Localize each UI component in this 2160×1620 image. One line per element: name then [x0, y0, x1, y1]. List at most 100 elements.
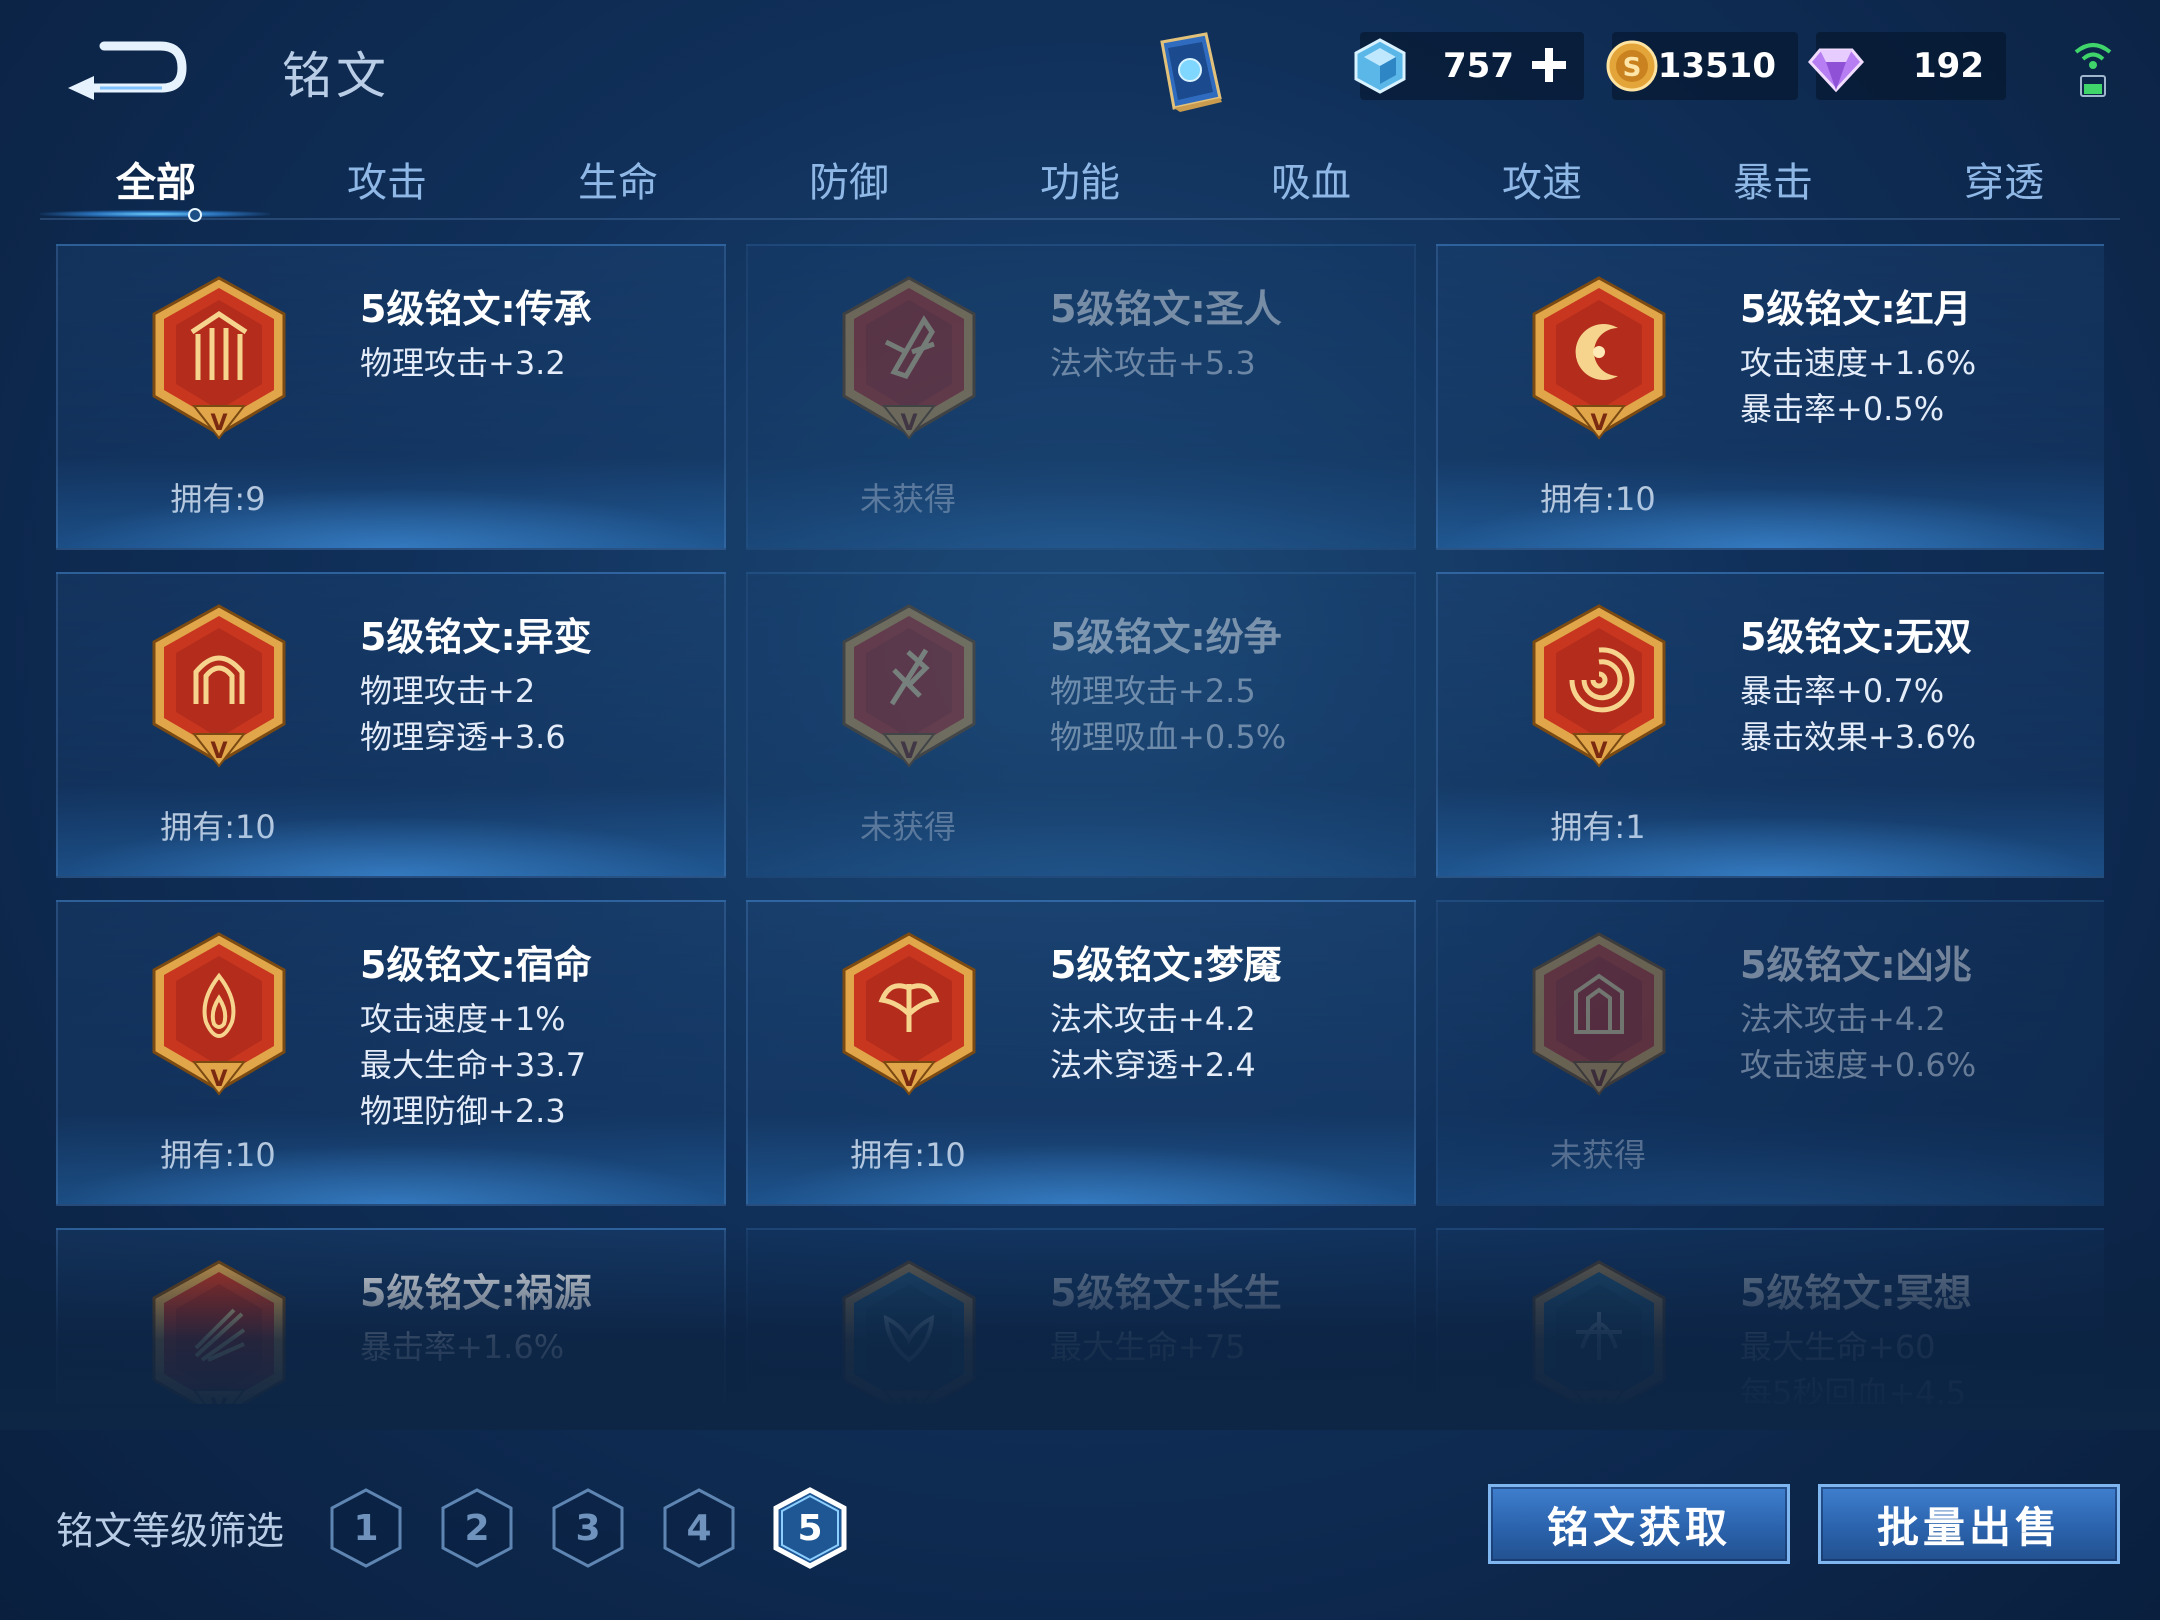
crystal-count: 757: [1443, 46, 1514, 86]
inscription-attribute: 最大生命+60: [1740, 1328, 1936, 1366]
level-filter-2-button[interactable]: 2: [439, 1486, 515, 1570]
svg-text:V: V: [1590, 411, 1607, 436]
inscription-attribute: 物理穿透+3.6: [360, 718, 566, 756]
inscription-attribute: 暴击率+0.5%: [1740, 390, 1945, 428]
inscription-name: 5级铭文:圣人: [1050, 287, 1282, 331]
inscription-card[interactable]: V 5级铭文:无双 暴击率+0.7% 暴击效果+3.6% 拥有:1: [1436, 572, 2104, 878]
inscription-attribute: 每5秒回血+4.5: [1740, 1374, 1967, 1404]
owned-count: 拥有:9: [170, 480, 266, 518]
inscription-name: 5级铭文:纷争: [1050, 615, 1282, 659]
inscription-book-icon[interactable]: [1150, 28, 1230, 113]
svg-text:V: V: [900, 411, 917, 436]
gold-currency: S 13510: [1606, 32, 1798, 100]
inscription-name: 5级铭文:祸源: [360, 1271, 592, 1315]
inscription-grid: V 5级铭文:传承 物理攻击+3.2 拥有:9 V 5级铭文:圣人 法术攻击+5.3 未获得 V…: [56, 244, 2104, 1404]
level-filter-label: 5: [797, 1508, 822, 1549]
inscription-card[interactable]: V 5级铭文:宿命 攻击速度+1% 最大生命+33.7 物理防御+2.3 拥有:10: [56, 900, 726, 1206]
spiral-emblem-icon: V: [1532, 604, 1666, 768]
acquire-inscription-button[interactable]: 铭文获取: [1488, 1484, 1790, 1564]
tab-attack[interactable]: 攻击: [312, 150, 462, 208]
svg-text:V: V: [1590, 1067, 1607, 1092]
tab-defense[interactable]: 防御: [774, 150, 924, 208]
inscription-attribute: 法术攻击+5.3: [1050, 344, 1256, 382]
tab-attack-speed[interactable]: 攻速: [1467, 150, 1617, 208]
tab-critical[interactable]: 暴击: [1698, 150, 1848, 208]
lotus-emblem-icon: V: [1532, 1260, 1666, 1404]
inscription-attribute: 物理吸血+0.5%: [1050, 718, 1287, 756]
level-filter-5-button[interactable]: 5: [772, 1486, 848, 1570]
inscription-attribute: 物理攻击+2.5: [1050, 672, 1256, 710]
inscription-card[interactable]: V 5级铭文:红月 攻击速度+1.6% 暴击率+0.5% 拥有:10: [1436, 244, 2104, 550]
svg-text:V: V: [1590, 1395, 1607, 1404]
inscription-card[interactable]: V 5级铭文:纷争 物理攻击+2.5 物理吸血+0.5% 未获得: [746, 572, 1416, 878]
category-tabs: 全部 攻击 生命 防御 功能 吸血 攻速 暴击 穿透: [40, 140, 2120, 222]
page-title: 铭文: [282, 47, 390, 105]
inscription-attribute: 攻击速度+0.6%: [1740, 1046, 1977, 1084]
crystal-icon: [1354, 38, 1406, 94]
inscription-name: 5级铭文:长生: [1050, 1271, 1282, 1315]
tab-all[interactable]: 全部: [81, 150, 231, 208]
svg-text:S: S: [1623, 53, 1642, 83]
not-acquired-label: 未获得: [859, 480, 956, 518]
inscription-name: 5级铭文:红月: [1740, 287, 1972, 331]
blade-emblem-icon: V: [842, 604, 976, 768]
diamond-currency: 192: [1808, 32, 2006, 100]
inscription-name: 5级铭文:异变: [360, 615, 592, 659]
level-filter-3-button[interactable]: 3: [550, 1486, 626, 1570]
level-filter-4-button[interactable]: 4: [661, 1486, 737, 1570]
inscription-attribute: 暴击率+1.6%: [360, 1328, 565, 1366]
svg-text:V: V: [900, 1395, 917, 1404]
gate-emblem-icon: V: [152, 604, 286, 768]
inscription-attribute: 最大生命+33.7: [360, 1046, 587, 1084]
inscription-card[interactable]: V 5级铭文:梦魇 法术攻击+4.2 法术穿透+2.4 拥有:10: [746, 900, 1416, 1206]
acquire-button-label: 铭文获取: [1546, 1502, 1731, 1552]
tab-utility[interactable]: 功能: [1005, 150, 1155, 208]
active-tab-indicator: [188, 208, 202, 222]
inscription-name: 5级铭文:梦魇: [1050, 943, 1282, 987]
back-arrow-icon[interactable]: [60, 30, 190, 100]
omen-emblem-icon: V: [1532, 932, 1666, 1096]
batch-sell-button[interactable]: 批量出售: [1818, 1484, 2120, 1564]
inscription-attribute: 暴击效果+3.6%: [1740, 718, 1977, 756]
sell-button-label: 批量出售: [1876, 1502, 2061, 1552]
svg-text:V: V: [210, 1395, 227, 1404]
tab-health[interactable]: 生命: [543, 150, 693, 208]
inscription-attribute: 攻击速度+1.6%: [1740, 344, 1977, 382]
flame-emblem-icon: V: [152, 932, 286, 1096]
inscription-name: 5级铭文:无双: [1740, 615, 1972, 659]
owned-count: 拥有:1: [1550, 808, 1646, 846]
inscription-attribute: 法术穿透+2.4: [1050, 1046, 1256, 1084]
level-filter-label: 铭文等级筛选: [56, 1509, 285, 1553]
diamond-icon: [1808, 48, 1864, 93]
inscription-card[interactable]: V 5级铭文:凶兆 法术攻击+4.2 攻击速度+0.6% 未获得: [1436, 900, 2104, 1206]
gold-count: 13510: [1657, 46, 1776, 86]
active-tab-underline: [40, 210, 270, 218]
inscription-card[interactable]: V 5级铭文:长生最大生命+75: [746, 1228, 1416, 1404]
tab-lifesteal[interactable]: 吸血: [1236, 150, 1386, 208]
wifi-battery-icon: [2074, 43, 2112, 97]
leaf-emblem-icon: V: [842, 1260, 976, 1404]
inscription-name: 5级铭文:冥想: [1740, 1271, 1972, 1315]
tab-penetration[interactable]: 穿透: [1929, 150, 2079, 208]
inscription-card[interactable]: V 5级铭文:圣人法术攻击+5.3 未获得: [746, 244, 1416, 550]
inscription-card[interactable]: V 5级铭文:异变物理攻击+2 物理穿透+3.6 拥有:10: [56, 572, 726, 878]
wing-emblem-icon: V: [842, 932, 976, 1096]
plus-icon[interactable]: [1528, 44, 1570, 86]
inscription-card[interactable]: V 5级铭文:冥想最大生命+60 每5秒回血+4.5: [1436, 1228, 2104, 1404]
svg-text:V: V: [210, 1067, 227, 1092]
inscription-attribute: 物理防御+2.3: [360, 1092, 566, 1130]
crystal-emblem-icon: V: [842, 276, 976, 440]
top-bar: 铭文 757 S 13510 192: [0, 0, 2160, 140]
fan-emblem-icon: V: [152, 1260, 286, 1404]
svg-text:V: V: [210, 411, 227, 436]
moon-emblem-icon: V: [1532, 276, 1666, 440]
level-filter-1-button[interactable]: 1: [328, 1486, 404, 1570]
inscription-card[interactable]: V 5级铭文:祸源暴击率+1.6%: [56, 1228, 726, 1404]
owned-count: 拥有:10: [160, 808, 276, 846]
inscription-card[interactable]: V 5级铭文:传承 物理攻击+3.2 拥有:9: [56, 244, 726, 550]
inscription-attribute: 法术攻击+4.2: [1740, 1000, 1946, 1038]
crystal-currency: 757: [1354, 32, 1584, 100]
inscription-attribute: 物理攻击+2: [360, 672, 536, 710]
inscription-attribute: 最大生命+75: [1050, 1328, 1246, 1366]
inscription-attribute: 物理攻击+3.2: [360, 344, 566, 382]
